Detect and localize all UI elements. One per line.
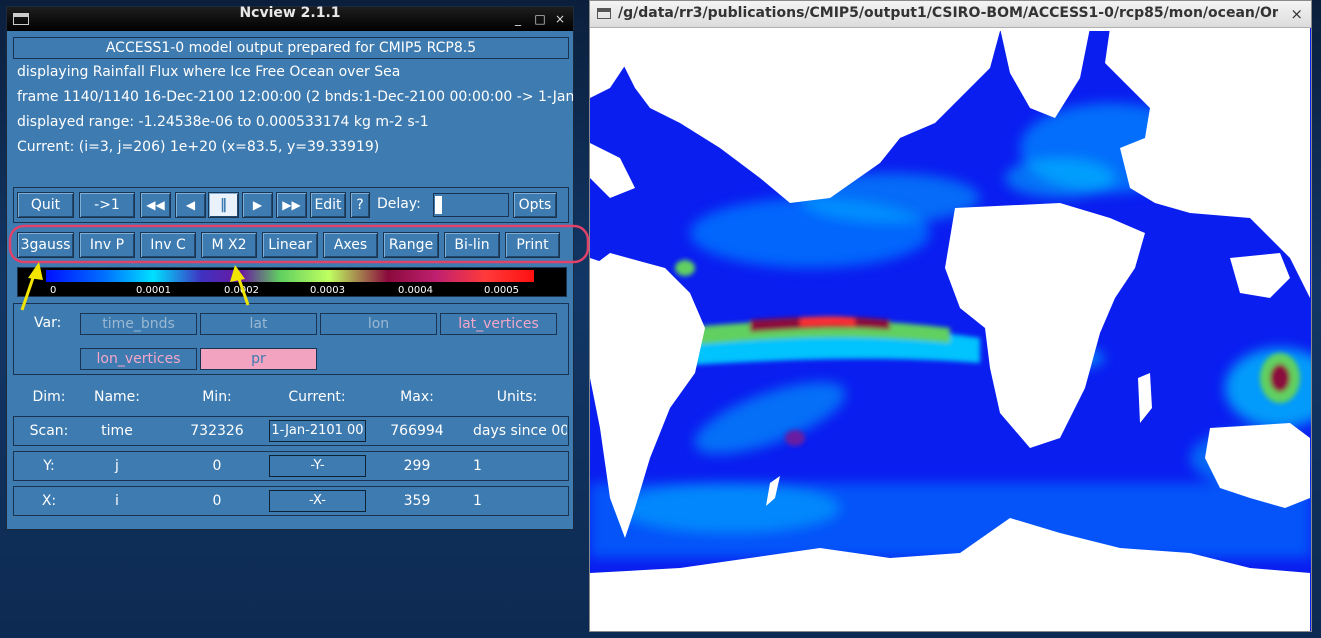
dim-name: j (115, 458, 119, 474)
maximize-icon[interactable]: □ (533, 12, 547, 26)
edit-button[interactable]: Edit (310, 192, 346, 218)
ncview-titlebar[interactable]: Ncview 2.1.1 _ □ × (7, 5, 573, 31)
close-icon[interactable]: × (553, 12, 567, 26)
dim-current-field[interactable]: 1-Jan-2101 00 (269, 420, 366, 442)
option-inv-p-button[interactable]: Inv P (79, 232, 135, 258)
dim-name: i (115, 493, 119, 509)
option-3gauss-button[interactable]: 3gauss (17, 232, 74, 258)
dim-current-field[interactable]: -Y- (269, 455, 366, 477)
quit-button[interactable]: Quit (17, 192, 74, 218)
fast-forward-button[interactable]: ▶▶ (276, 192, 307, 218)
window-title: Ncview 2.1.1 (239, 5, 341, 21)
dim-current-field[interactable]: -X- (269, 490, 366, 512)
fast-rewind-button[interactable]: ◀◀ (140, 192, 171, 218)
option-axes-button[interactable]: Axes (323, 232, 378, 258)
dataset-header: ACCESS1-0 model output prepared for CMIP… (13, 37, 569, 59)
var-lon-vertices-button[interactable]: lon_vertices (80, 348, 197, 370)
opts-button[interactable]: Opts (513, 192, 557, 218)
dim-header: Max: (400, 389, 434, 405)
var-time-bnds-button[interactable]: time_bnds (80, 313, 197, 335)
dim-header: Min: (202, 389, 232, 405)
dim-max: 299 (403, 458, 431, 474)
window-icon (597, 8, 611, 19)
colorbar-tick-label: 0.0003 (310, 285, 345, 296)
colorbar-tick-label: 0.0005 (484, 285, 519, 296)
delay-slider-thumb[interactable] (435, 196, 442, 214)
colorbar[interactable]: 0 0.0001 0.0002 0.0003 0.0004 0.0005 (17, 267, 567, 297)
dim-max: 766994 (390, 423, 444, 439)
image-titlebar[interactable]: /g/data/rr3/publications/CMIP5/output1/C… (590, 1, 1311, 28)
dim-units: 1 (473, 493, 482, 509)
pause-button[interactable]: ‖ (208, 192, 239, 218)
var-pr-button[interactable]: pr (200, 348, 317, 370)
frame-text: frame 1140/1140 16-Dec-2100 12:00:00 (2 … (17, 89, 573, 105)
delay-slider[interactable] (433, 193, 509, 217)
step-forward-button[interactable]: ▶ (242, 192, 273, 218)
colorbar-tick-label: 0.0002 (224, 285, 259, 296)
var-lat-button[interactable]: lat (200, 313, 317, 335)
dim-min: 0 (212, 458, 222, 474)
dim-min: 0 (212, 493, 222, 509)
dim-units: 1 (473, 458, 482, 474)
var-lat-vertices-button[interactable]: lat_vertices (440, 313, 557, 335)
option-range-button[interactable]: Range (383, 232, 439, 258)
option-m-x2-button[interactable]: M X2 (201, 232, 257, 258)
current-text: Current: (i=3, j=206) 1e+20 (x=83.5, y=3… (17, 139, 380, 155)
option-inv-c-button[interactable]: Inv C (140, 232, 196, 258)
step-back-button[interactable]: ◀ (175, 192, 206, 218)
dim-header: Name: (93, 389, 141, 405)
image-window-title: /g/data/rr3/publications/CMIP5/output1/C… (618, 5, 1278, 21)
option-bi-lin-button[interactable]: Bi-lin (444, 232, 500, 258)
delay-label: Delay: (377, 196, 421, 212)
colorbar-svg: 0 0.0001 0.0002 0.0003 0.0004 0.0005 (46, 270, 534, 296)
displaying-text: displaying Rainfall Flux where Ice Free … (17, 64, 401, 80)
rainfall-flux-map[interactable] (590, 28, 1311, 631)
help-button[interactable]: ? (350, 192, 370, 218)
ncview-window: Ncview 2.1.1 _ □ × ACCESS1-0 model outpu… (6, 5, 574, 530)
colorbar-tick-label: 0.0004 (398, 285, 433, 296)
colorbar-tick-label: 0.0001 (136, 285, 171, 296)
first-frame-button[interactable]: ->1 (79, 192, 135, 218)
dim-header: Units: (496, 389, 538, 405)
dim-name: time (101, 423, 133, 439)
option-print-button[interactable]: Print (505, 232, 560, 258)
dim-header: Current: (288, 389, 346, 405)
var-lon-button[interactable]: lon (320, 313, 437, 335)
dim-units: days since 00 (473, 423, 567, 439)
colorbar-tick-label: 0 (50, 285, 56, 296)
var-label: Var: (34, 315, 62, 331)
dim-max: 359 (403, 493, 431, 509)
image-window: /g/data/rr3/publications/CMIP5/output1/C… (589, 0, 1312, 632)
close-icon[interactable]: × (1290, 5, 1303, 23)
minimize-icon[interactable]: _ (511, 12, 525, 26)
dim-min: 732326 (190, 423, 244, 439)
range-text: displayed range: -1.24538e-06 to 0.00053… (17, 114, 429, 130)
colorbar-gradient (46, 270, 534, 282)
option-linear-button[interactable]: Linear (262, 232, 318, 258)
